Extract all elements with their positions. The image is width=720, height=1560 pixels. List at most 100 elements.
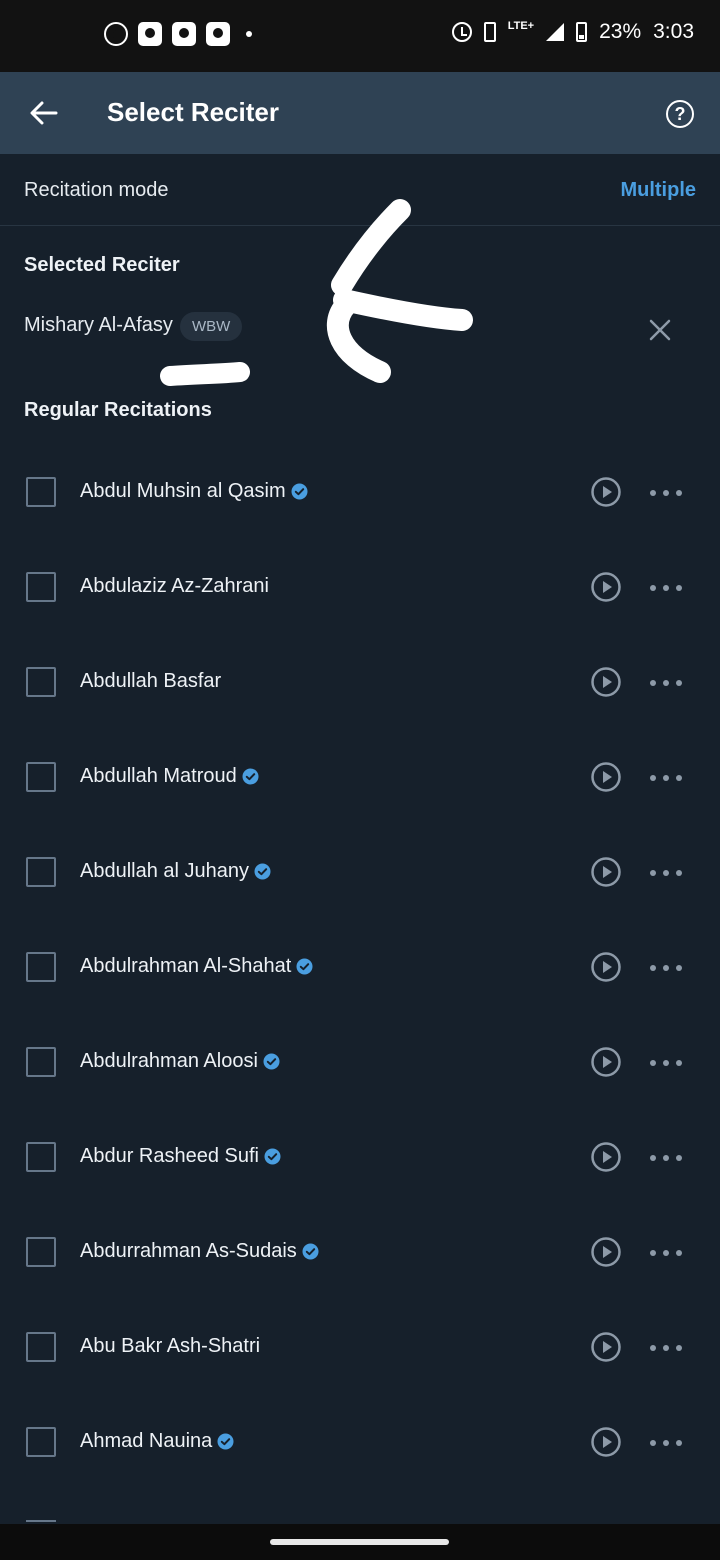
reciter-name: Ahmad Nauina: [80, 1430, 234, 1453]
reciter-name: Abdulrahman Al-Shahat: [80, 955, 313, 978]
clock: 3:03: [653, 20, 694, 43]
alarm-icon: [451, 22, 472, 42]
signal-icon: [546, 23, 565, 41]
messenger-notification-icon: [138, 22, 162, 46]
app-bar: Select Reciter ?: [0, 72, 720, 154]
reciter-checkbox[interactable]: [26, 1142, 56, 1172]
more-horizontal-icon[interactable]: [650, 870, 682, 876]
play-icon[interactable]: [590, 761, 622, 793]
recitation-mode-row[interactable]: Recitation mode Multiple: [0, 154, 720, 226]
recitation-mode-label: Recitation mode: [24, 179, 169, 201]
play-icon[interactable]: [590, 1046, 622, 1078]
reciter-name-text: Abdulaziz Az-Zahrani: [80, 575, 269, 597]
verified-icon: [291, 483, 308, 500]
gesture-nav-bar: [0, 1524, 720, 1560]
reciter-name-text: Abdullah Basfar: [80, 670, 222, 692]
play-icon[interactable]: [590, 951, 622, 983]
reciter-checkbox[interactable]: [26, 1237, 56, 1267]
battery-percent: 23%: [599, 20, 642, 43]
more-horizontal-icon[interactable]: [650, 1345, 682, 1351]
more-horizontal-icon[interactable]: [650, 680, 682, 686]
list-item[interactable]: Abdullah al Juhany: [0, 825, 720, 920]
play-icon[interactable]: [590, 476, 622, 508]
reciter-checkbox[interactable]: [26, 1047, 56, 1077]
network-type: LTE+: [507, 20, 535, 32]
reciter-name: Abdulrahman Aloosi: [80, 1050, 280, 1073]
reciter-name-text: Abdulrahman Al-Shahat: [80, 955, 292, 977]
verified-icon: [242, 768, 259, 785]
notification-icons: [104, 22, 252, 46]
more-horizontal-icon[interactable]: [650, 490, 682, 496]
list-item[interactable]: Abdulaziz Az-Zahrani: [0, 540, 720, 635]
reciter-checkbox[interactable]: [26, 477, 56, 507]
reciter-name: Abdullah Matroud: [80, 765, 259, 788]
more-horizontal-icon[interactable]: [650, 775, 682, 781]
wbw-badge: WBW: [180, 312, 243, 341]
list-item[interactable]: Abdulrahman Aloosi: [0, 1015, 720, 1110]
reciter-checkbox[interactable]: [26, 857, 56, 887]
list-item[interactable]: Abdullah Matroud: [0, 730, 720, 825]
reciter-name-text: Abdul Muhsin al Qasim: [80, 480, 286, 502]
list-item[interactable]: Ahmad Nauina: [0, 1395, 720, 1490]
list-item[interactable]: Abdul Muhsin al Qasim: [0, 445, 720, 540]
app-notification-icon: [104, 22, 128, 46]
reciter-name: Abdul Muhsin al Qasim: [80, 480, 308, 503]
reciter-name-text: Abdurrahman As-Sudais: [80, 1240, 297, 1262]
reciter-checkbox[interactable]: [26, 667, 56, 697]
list-item[interactable]: Abu Bakr Ash-Shatri: [0, 1300, 720, 1395]
more-horizontal-icon[interactable]: [650, 585, 682, 591]
page-title: Select Reciter: [107, 97, 279, 127]
list-item[interactable]: Abdurrahman As-Sudais: [0, 1205, 720, 1300]
reciter-name: Abdur Rasheed Sufi: [80, 1145, 281, 1168]
battery-icon: [576, 22, 588, 42]
reciter-name-text: Abdur Rasheed Sufi: [80, 1145, 260, 1167]
verified-icon: [302, 1243, 319, 1260]
reciter-name-text: Abu Bakr Ash-Shatri: [80, 1335, 261, 1357]
more-horizontal-icon[interactable]: [650, 1060, 682, 1066]
close-icon[interactable]: [646, 316, 674, 344]
verified-icon: [217, 1433, 234, 1450]
recitation-mode-value[interactable]: Multiple: [620, 179, 696, 202]
play-icon[interactable]: [590, 1426, 622, 1458]
reciter-name: Abdullah Basfar: [80, 670, 221, 693]
play-icon[interactable]: [590, 666, 622, 698]
list-item[interactable]: Abdur Rasheed Sufi: [0, 1110, 720, 1205]
play-icon[interactable]: [590, 1331, 622, 1363]
more-horizontal-icon[interactable]: [650, 965, 682, 971]
play-icon[interactable]: [590, 1141, 622, 1173]
play-icon[interactable]: [590, 856, 622, 888]
reciter-checkbox[interactable]: [26, 952, 56, 982]
status-bar: LTE+ 23% 3:03: [0, 0, 720, 72]
reciter-checkbox[interactable]: [26, 1427, 56, 1457]
regular-recitations-heading: Regular Recitations: [24, 399, 212, 421]
reciter-name: Abdurrahman As-Sudais: [80, 1240, 319, 1263]
more-horizontal-icon[interactable]: [650, 1440, 682, 1446]
selected-reciter-heading: Selected Reciter: [24, 254, 180, 276]
selected-reciter-name: Mishary Al-Afasy: [24, 314, 173, 336]
play-icon[interactable]: [590, 571, 622, 603]
system-status: LTE+ 23% 3:03: [451, 20, 694, 44]
arrow-left-icon[interactable]: [26, 94, 62, 132]
question-circle-icon[interactable]: ?: [666, 100, 694, 128]
home-handle[interactable]: [270, 1539, 449, 1545]
reciter-name-text: Abdulrahman Aloosi: [80, 1050, 258, 1072]
more-horizontal-icon[interactable]: [650, 1155, 682, 1161]
reciter-checkbox[interactable]: [26, 572, 56, 602]
reciter-checkbox[interactable]: [26, 762, 56, 792]
reciter-name: Abdulaziz Az-Zahrani: [80, 575, 269, 598]
reciter-name-text: Ahmad Nauina: [80, 1430, 213, 1452]
messenger-notification-icon: [206, 22, 230, 46]
list-item[interactable]: Abdulrahman Al-Shahat: [0, 920, 720, 1015]
reciter-name-text: Abdullah al Juhany: [80, 860, 250, 882]
verified-icon: [263, 1053, 280, 1070]
vibrate-icon: [483, 22, 496, 42]
verified-icon: [296, 958, 313, 975]
reciter-checkbox[interactable]: [26, 1332, 56, 1362]
reciter-name: Abu Bakr Ash-Shatri: [80, 1335, 260, 1358]
list-item[interactable]: Abdullah Basfar: [0, 635, 720, 730]
more-horizontal-icon[interactable]: [650, 1250, 682, 1256]
messenger-notification-icon: [172, 22, 196, 46]
reciter-name-text: Abdullah Matroud: [80, 765, 237, 787]
play-icon[interactable]: [590, 1236, 622, 1268]
verified-icon: [264, 1148, 281, 1165]
